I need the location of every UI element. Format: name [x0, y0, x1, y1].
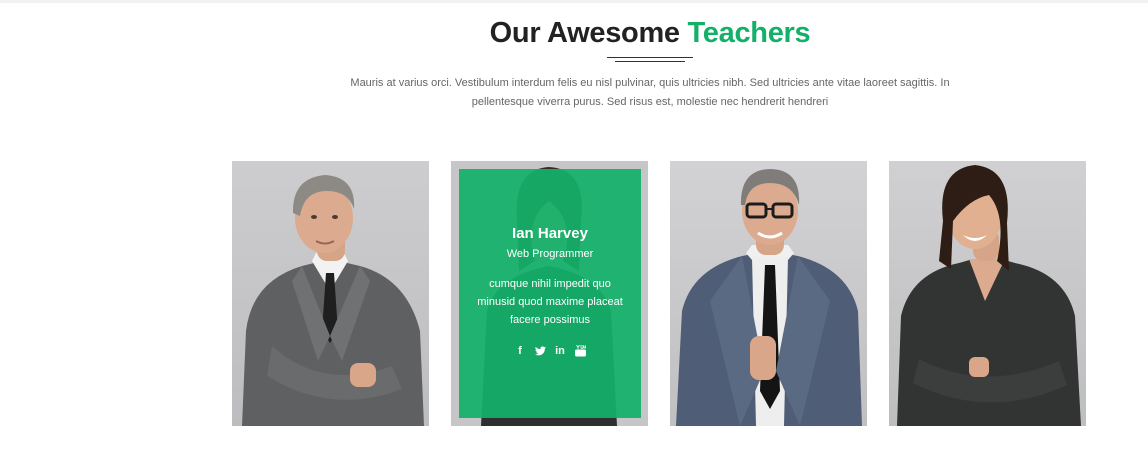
teacher-cards: Ian Harvey Web Programmer cumque nihil i…	[232, 161, 1086, 426]
linkedin-icon[interactable]: in	[555, 345, 566, 357]
teacher-card-1[interactable]	[232, 161, 429, 426]
title-accent: Teachers	[687, 17, 811, 49]
section-subtitle: Mauris at varius orci. Vestibulum interd…	[350, 77, 950, 108]
teacher-name: Ian Harvey	[512, 225, 588, 242]
teacher-role: Web Programmer	[506, 248, 594, 260]
teacher-card-2[interactable]: Ian Harvey Web Programmer cumque nihil i…	[451, 161, 648, 426]
section-header: Our Awesome Teachers Mauris at varius or…	[318, 14, 982, 112]
teacher-overlay: Ian Harvey Web Programmer cumque nihil i…	[459, 169, 641, 418]
facebook-icon[interactable]: f	[515, 345, 526, 357]
social-links: f in	[459, 345, 641, 357]
section-title: Our Awesome Teachers	[318, 14, 982, 52]
teacher-photo-1	[232, 161, 429, 426]
teacher-photo-4	[889, 161, 1086, 426]
teacher-bio: cumque nihil impedit quo minusid quod ma…	[477, 278, 623, 326]
title-main: Our Awesome	[489, 17, 680, 49]
youtube-icon[interactable]	[574, 345, 586, 357]
title-divider	[607, 57, 693, 65]
teacher-photo-3	[670, 161, 867, 426]
twitter-icon[interactable]	[534, 345, 546, 357]
top-border	[0, 0, 1148, 3]
teacher-card-3[interactable]	[670, 161, 867, 426]
teacher-card-4[interactable]	[889, 161, 1086, 426]
